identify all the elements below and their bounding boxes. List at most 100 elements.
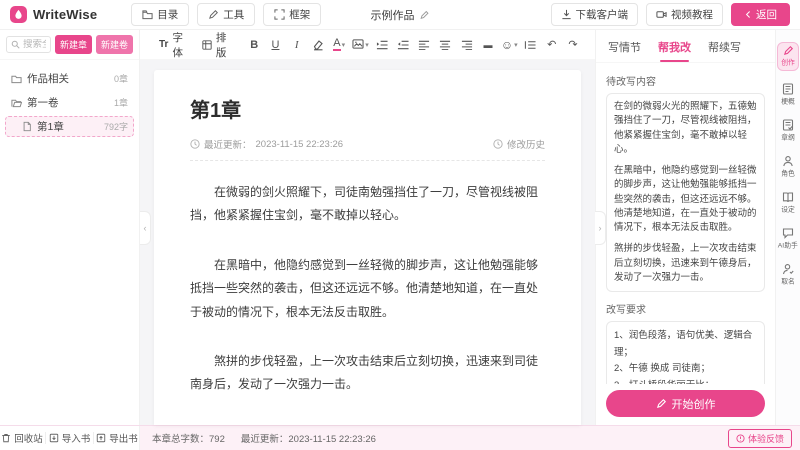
format-toolbar: Tr 字体 排版 B U I A▾ ▾ ▬ ☺ — [140, 30, 595, 60]
bold-button[interactable]: B — [244, 34, 264, 56]
folder-open-icon — [11, 97, 22, 108]
chevron-left-icon — [744, 10, 753, 19]
align-center-icon[interactable] — [435, 34, 455, 56]
collapse-panel-handle[interactable]: › — [595, 211, 606, 245]
assistant-tabs: 写情节 帮我改 帮续写 — [596, 30, 775, 63]
top-header: WriteWise 目录 工具 框架 示例作品 下载客户端 — [0, 0, 800, 30]
feedback-button[interactable]: 体验反馈 — [728, 429, 792, 448]
line-spacing-icon[interactable] — [520, 34, 540, 56]
search-icon — [11, 40, 20, 49]
italic-button[interactable]: I — [287, 34, 307, 56]
word-count: 本章总字数：792 — [152, 431, 225, 445]
outline-doc-icon — [782, 119, 794, 131]
clear-format-icon[interactable] — [308, 34, 328, 56]
folder-closed-icon — [11, 73, 22, 84]
download-client-button[interactable]: 下载客户端 — [551, 3, 639, 26]
align-right-icon[interactable] — [457, 34, 477, 56]
rail-item-ai-helper[interactable]: AI助手 — [776, 227, 800, 251]
ai-chat-icon — [782, 227, 794, 239]
document-icon — [22, 121, 32, 132]
paragraph: “唰！” — [190, 423, 545, 425]
history-icon — [493, 139, 503, 149]
redo-button[interactable]: ↷ — [563, 34, 583, 56]
chapter-sidebar: 新建章 新建卷 作品相关 0章 第一卷 1章 第1章 792字 — [0, 30, 140, 425]
emoji-button[interactable]: ☺▾ — [499, 34, 519, 56]
rail-item-settings[interactable]: 设定 — [780, 191, 796, 215]
framework-button[interactable]: 框架 — [263, 3, 321, 26]
synopsis-doc-icon — [782, 83, 794, 95]
magic-pen-icon — [656, 398, 667, 409]
new-chapter-button[interactable]: 新建章 — [55, 35, 92, 54]
status-bar: 回收站 导入书 导出书 本章总字数：792 最近更新：2023-11-15 22… — [0, 425, 800, 450]
workspace: 新建章 新建卷 作品相关 0章 第一卷 1章 第1章 792字 — [0, 30, 800, 425]
creation-pen-icon — [783, 45, 794, 56]
clock-icon — [190, 139, 200, 149]
tree-item-chapter-1[interactable]: 第1章 792字 — [5, 116, 134, 137]
tab-help-continue[interactable]: 帮续写 — [708, 39, 741, 62]
tools-button[interactable]: 工具 — [197, 3, 255, 26]
layout-menu-button[interactable]: 排版 — [195, 30, 237, 60]
rewrite-requirements-textarea[interactable]: 1、润色段落，语句优美、逻辑合理； 2、午德 换成 司徒南； 3、打斗桥段华丽无… — [606, 321, 765, 384]
brand-logo: WriteWise — [10, 6, 97, 23]
chapter-heading: 第1章 — [190, 94, 545, 123]
collapse-sidebar-handle[interactable]: ‹ — [140, 211, 151, 245]
underline-button[interactable]: U — [265, 34, 285, 56]
tab-help-rewrite[interactable]: 帮我改 — [658, 39, 691, 62]
layout-grid-icon — [202, 40, 212, 50]
font-color-button[interactable]: A▾ — [329, 34, 349, 56]
search-box[interactable] — [6, 36, 51, 53]
back-button[interactable]: 返回 — [731, 3, 790, 26]
sidebar-toolbar: 新建章 新建卷 — [0, 30, 139, 60]
recycle-bin-button[interactable]: 回收站 — [1, 431, 43, 445]
edit-title-icon[interactable] — [420, 10, 430, 20]
rail-item-synopsis[interactable]: 梗概 — [780, 83, 796, 107]
search-input[interactable] — [23, 39, 46, 50]
rail-item-naming[interactable]: 取名 — [780, 263, 796, 287]
rewrite-source-textarea[interactable]: 在剑的微弱火光的照耀下，五德勉强挡住了一刀，尽管视线被阻挡，他紧紧握住宝剑，毫不… — [606, 93, 765, 292]
insert-image-button[interactable]: ▾ — [350, 34, 370, 56]
font-icon: Tr — [159, 39, 168, 50]
manuscript-page[interactable]: 第1章 最近更新：2023-11-15 22:23:26 修改历史 在微弱的剑火… — [154, 70, 581, 425]
divider — [45, 432, 46, 444]
footer-updated: 最近更新：2023-11-15 22:23:26 — [241, 431, 376, 445]
tree-item-volume-1[interactable]: 第一卷 1章 — [5, 92, 134, 113]
tree-item-work-related[interactable]: 作品相关 0章 — [5, 68, 134, 89]
catalog-button[interactable]: 目录 — [131, 3, 189, 26]
paragraph: 在黑暗中，他隐约感觉到一丝轻微的脚步声，这让他勉强能够抵挡一些突然的袭击，但这还… — [190, 254, 545, 324]
editor-area: Tr 字体 排版 B U I A▾ ▾ ▬ ☺ — [140, 30, 595, 425]
rail-item-characters[interactable]: 角色 — [780, 155, 796, 179]
export-book-button[interactable]: 导出书 — [96, 431, 138, 445]
import-book-button[interactable]: 导入书 — [49, 431, 91, 445]
feedback-icon — [736, 434, 745, 443]
indent-increase-icon[interactable] — [372, 34, 392, 56]
rail-item-creation[interactable]: 创作 — [777, 42, 799, 71]
revision-history-link[interactable]: 修改历史 — [493, 137, 545, 151]
start-creation-button[interactable]: 开始创作 — [606, 390, 765, 417]
chapter-tree: 作品相关 0章 第一卷 1章 第1章 792字 — [0, 60, 139, 145]
paragraph: 煞拼的步伐轻盈，上一次攻击结束后立刻切换，迅速来到司徒南身后，发动了一次强力一击… — [190, 350, 545, 397]
indent-decrease-icon[interactable] — [393, 34, 413, 56]
feature-rail: 创作 梗概 章纲 角色 设定 AI助手 — [775, 30, 800, 425]
align-left-icon[interactable] — [414, 34, 434, 56]
ai-assistant-panel: 写情节 帮我改 帮续写 待改写内容 在剑的微弱火光的照耀下，五德勉强挡住了一刀，… — [595, 30, 775, 425]
character-person-icon — [782, 155, 794, 167]
undo-button[interactable]: ↶ — [542, 34, 562, 56]
video-icon — [656, 9, 667, 20]
writewise-app: WriteWise 目录 工具 框架 示例作品 下载客户端 — [0, 0, 800, 450]
export-icon — [96, 433, 106, 443]
new-volume-button[interactable]: 新建卷 — [96, 35, 133, 54]
requirements-label: 改写要求 — [606, 301, 765, 316]
tab-write-plot[interactable]: 写情节 — [608, 39, 641, 62]
assistant-body: 待改写内容 在剑的微弱火光的照耀下，五德勉强挡住了一刀，尽管视线被阻挡，他紧紧握… — [596, 63, 775, 384]
frame-icon — [274, 9, 285, 20]
video-tutorial-button[interactable]: 视频教程 — [646, 3, 723, 26]
insert-divider-button[interactable]: ▬ — [478, 34, 498, 56]
folder-icon — [142, 9, 153, 20]
source-label: 待改写内容 — [606, 73, 765, 88]
font-menu-button[interactable]: Tr 字体 — [152, 30, 194, 60]
footer-actions: 回收站 导入书 导出书 — [0, 426, 140, 450]
chapter-meta: 最近更新：2023-11-15 22:23:26 修改历史 — [190, 137, 545, 161]
footer-stats: 本章总字数：792 最近更新：2023-11-15 22:23:26 — [152, 431, 376, 445]
rail-item-chapter-outline[interactable]: 章纲 — [780, 119, 796, 143]
paragraph: 在微弱的剑火照耀下，司徒南勉强挡住了一刀，尽管视线被阻挡，他紧紧握住宝剑，毫不敢… — [190, 181, 545, 228]
